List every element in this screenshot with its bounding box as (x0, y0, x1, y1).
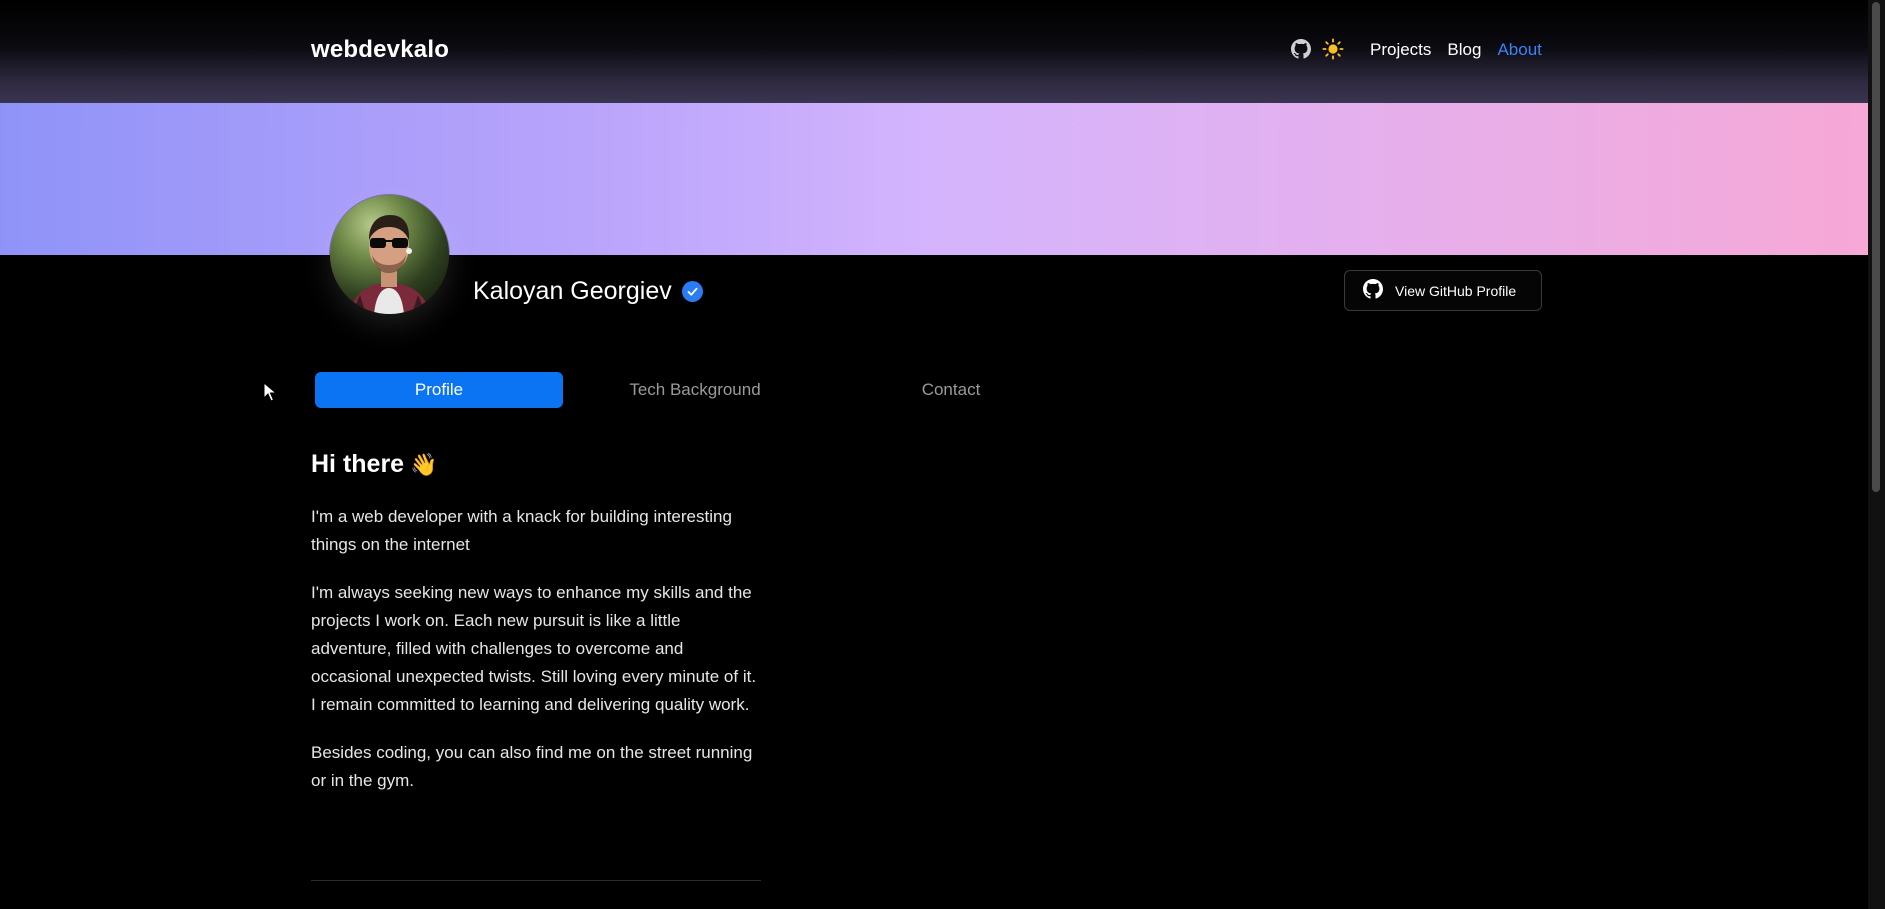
hobbies-paragraph: Besides coding, you can also find me on … (311, 743, 753, 790)
page-scrollbar[interactable] (1868, 0, 1885, 909)
content-heading: Hi there 👋 (311, 450, 761, 479)
content-divider (311, 880, 761, 881)
profile-name-row: Kaloyan Georgiev (473, 277, 703, 306)
github-icon (1363, 279, 1383, 302)
profile-name: Kaloyan Georgiev (473, 277, 672, 305)
view-github-profile-button[interactable]: View GitHub Profile (1344, 270, 1542, 311)
waving-hand-icon: 👋 (410, 451, 438, 477)
scrollbar-thumb[interactable] (1872, 2, 1880, 492)
intro-paragraph: I'm a web developer with a knack for bui… (311, 507, 732, 554)
tab-contact[interactable]: Contact (827, 372, 1075, 408)
skills-paragraph: I'm always seeking new ways to enhance m… (311, 583, 757, 714)
main-nav: Projects Blog About (1370, 40, 1542, 60)
header-icons (1290, 38, 1344, 60)
profile-banner (0, 103, 1868, 255)
nav-link-blog[interactable]: Blog (1447, 40, 1481, 60)
profile-tabs: Profile Tech Background Contact (315, 372, 1083, 408)
github-icon[interactable] (1290, 38, 1312, 60)
site-logo[interactable]: webdevkalo (311, 36, 449, 64)
top-navbar: webdevkalo Projects Blog About (0, 0, 1868, 103)
tab-profile[interactable]: Profile (315, 372, 563, 408)
mouse-cursor-icon (263, 381, 278, 407)
page: webdevkalo Projects Blog About Kaloyan G… (0, 0, 1885, 909)
nav-link-projects[interactable]: Projects (1370, 40, 1431, 60)
sun-icon[interactable] (1322, 38, 1344, 60)
github-button-label: View GitHub Profile (1395, 282, 1517, 299)
profile-content: Hi there 👋 I'm a web developer with a kn… (311, 450, 761, 815)
avatar (330, 195, 449, 314)
verified-badge-icon (681, 281, 703, 302)
content-heading-text: Hi there (311, 450, 405, 478)
nav-link-about[interactable]: About (1497, 40, 1541, 60)
tab-tech-background[interactable]: Tech Background (571, 372, 819, 408)
